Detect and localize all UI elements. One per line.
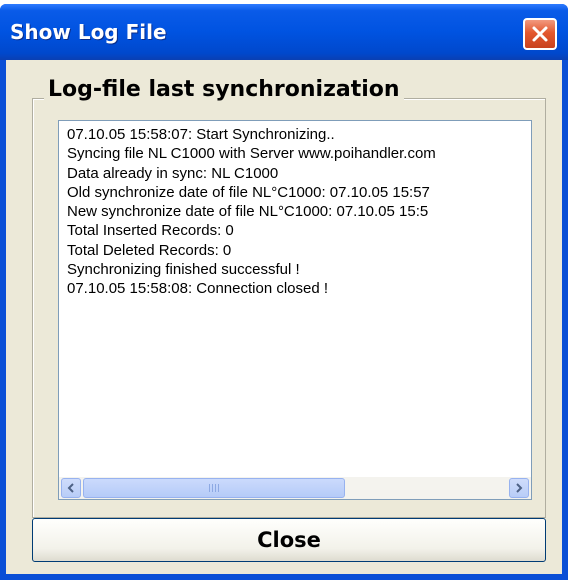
dialog-window: Show Log File Log-file last synchronizat…: [0, 4, 568, 580]
group-legend: Log-file last synchronization: [44, 76, 404, 104]
log-text-area[interactable]: 07.10.05 15:58:07: Start Synchronizing..…: [58, 120, 532, 500]
log-line: Synchronizing finished successful !: [67, 261, 300, 279]
chevron-left-icon: [67, 483, 74, 493]
chevron-right-icon: [516, 483, 523, 493]
log-lines: 07.10.05 15:58:07: Start Synchronizing..…: [67, 125, 527, 299]
scroll-left-button[interactable]: [61, 478, 81, 498]
close-icon: [532, 26, 548, 42]
dialog-client-area: Log-file last synchronization 07.10.05 1…: [6, 60, 562, 574]
close-button[interactable]: Close: [32, 518, 546, 562]
log-line: Total Deleted Records: 0: [67, 241, 232, 259]
horizontal-scrollbar[interactable]: [59, 477, 531, 499]
scrollbar-thumb[interactable]: [83, 478, 345, 498]
log-line: Old synchronize date of file NL°C1000: 0…: [67, 183, 430, 201]
title-close-button[interactable]: [523, 18, 557, 50]
scroll-right-button[interactable]: [509, 478, 529, 498]
log-line: Syncing file NL C1000 with Server www.po…: [67, 145, 436, 163]
log-line: Data already in sync: NL C1000: [67, 164, 279, 182]
log-line: Total Inserted Records: 0: [67, 222, 234, 240]
window-title: Show Log File: [10, 20, 167, 44]
grip-icon: [209, 484, 219, 492]
title-bar[interactable]: Show Log File: [0, 4, 568, 60]
log-line: New synchronize date of file NL°C1000: 0…: [67, 203, 429, 221]
log-line: 07.10.05 15:58:07: Start Synchronizing..: [67, 126, 335, 143]
log-line: 07.10.05 15:58:08: Connection closed !: [67, 280, 329, 298]
